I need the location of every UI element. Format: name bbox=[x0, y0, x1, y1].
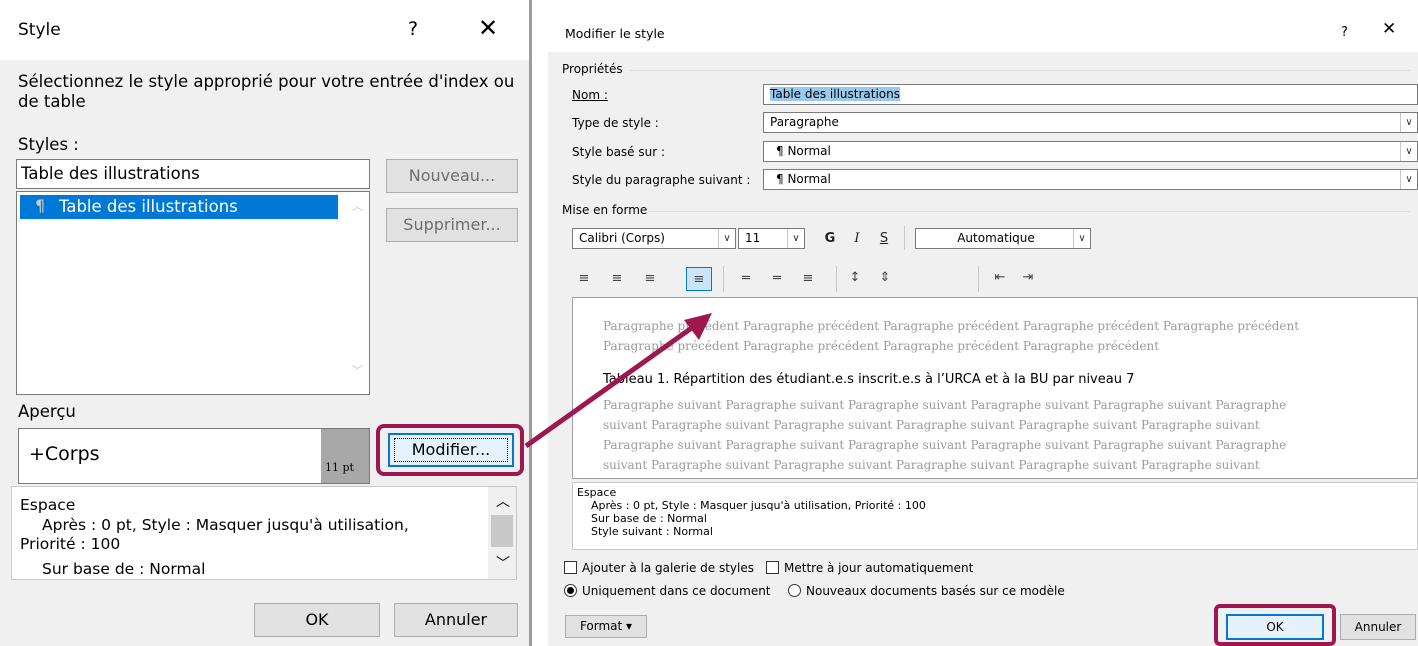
connector-arrow bbox=[524, 313, 712, 449]
